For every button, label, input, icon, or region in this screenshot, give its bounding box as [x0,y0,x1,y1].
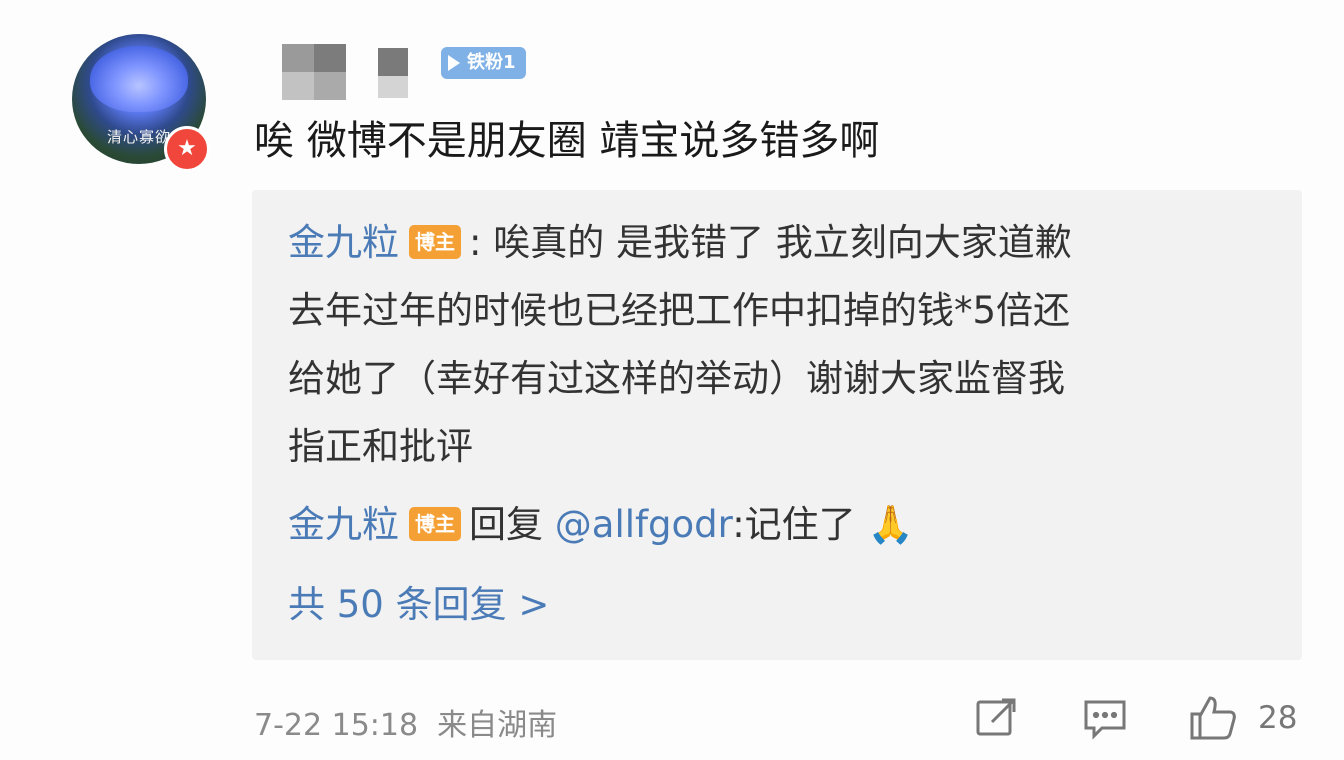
reply-first-line3: 给她了（幸好有过这样的举动）谢谢大家监督我 [288,357,1065,400]
fan-level-tag: 铁粉1 [441,47,526,79]
blogger-tag: 博主 [409,506,461,541]
blogger-tag: 博主 [409,224,461,259]
comment-text: 唉 微博不是朋友圈 靖宝说多错多啊 [254,118,880,164]
comment-icon[interactable] [1082,694,1128,744]
reply-author-link[interactable]: 金九粒 [288,503,399,546]
repost-icon[interactable] [974,694,1020,744]
comment-time: 7-22 15:18 [254,708,419,743]
reply-box: 金九粒 博主: 唉真的 是我错了 我立刻向大家道歉 去年过年的时候也已经把工作中扣… [252,190,1302,660]
vip-star-icon: ★ [164,126,210,172]
like-icon[interactable] [1188,694,1238,746]
comment-meta: 7-22 15:18 来自湖南 [254,700,557,744]
pray-emoji-icon: 🙏 [867,503,914,546]
comment-source: 来自湖南 [437,708,558,743]
reply-first-line4: 指正和批评 [288,425,473,468]
reply-author-link[interactable]: 金九粒 [288,221,399,264]
like-count: 28 [1258,700,1298,736]
more-replies-link[interactable]: 共 50 条回复 > [288,572,549,638]
reply-word: 回复 [469,503,543,546]
reply-first-line1: 金九粒 博主: 唉真的 是我错了 我立刻向大家道歉 [288,210,1072,276]
reply-first-line2: 去年过年的时候也已经把工作中扣掉的钱*5倍还 [288,289,1071,332]
reply-text: :记住了 [732,503,856,546]
lotus-image [90,46,188,112]
reply-text: : 唉真的 是我错了 我立刻向大家道歉 [469,221,1072,264]
mention-link[interactable]: @allfgodr [555,503,732,546]
reply-second: 金九粒 博主 回复 @allfgodr:记住了 🙏 [288,492,914,558]
